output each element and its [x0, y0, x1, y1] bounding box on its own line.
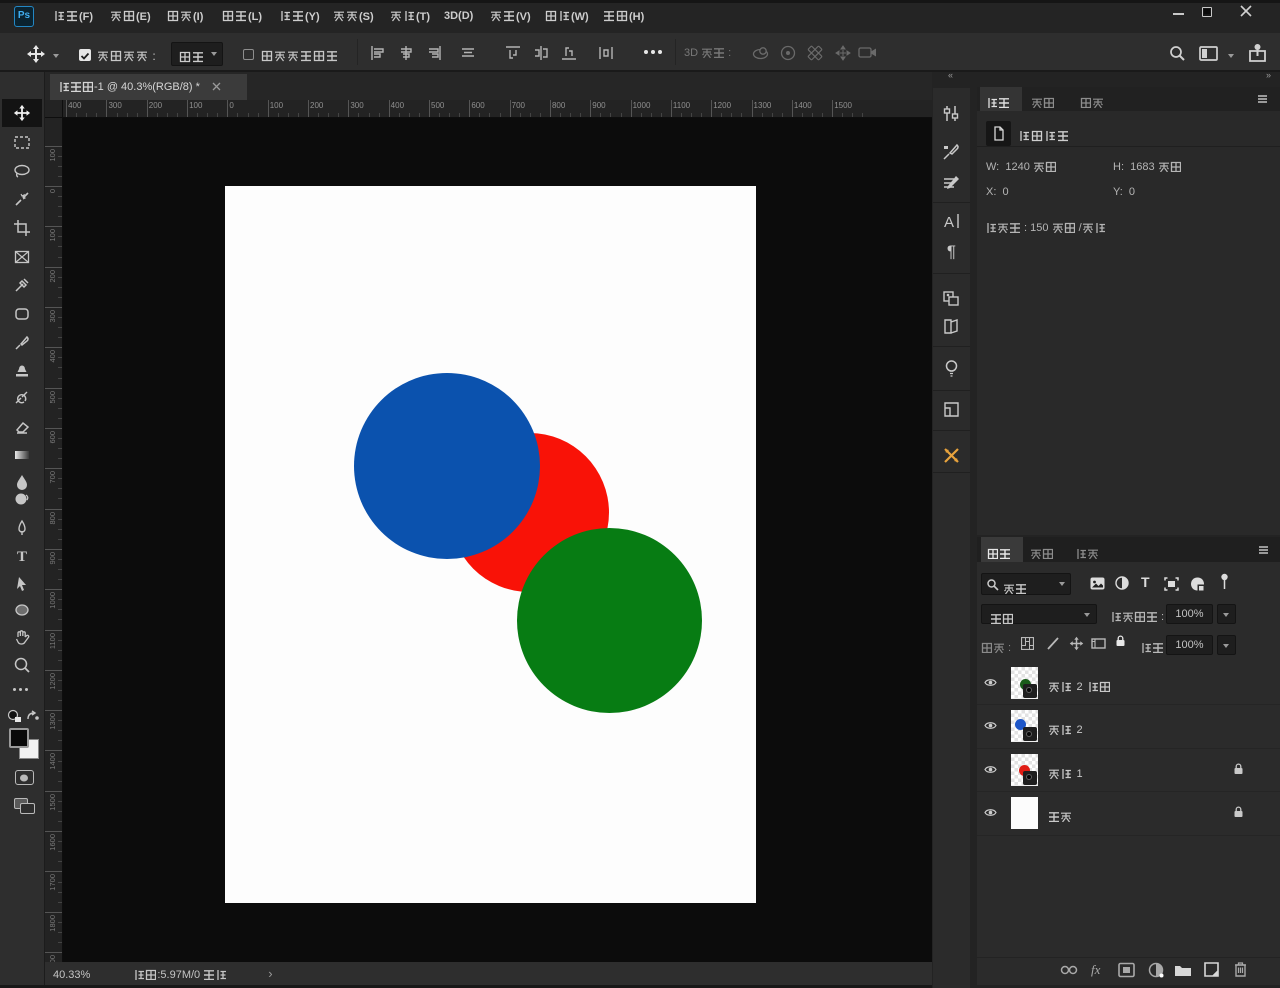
svg-text:A: A [944, 214, 954, 231]
svg-text:T: T [17, 549, 27, 565]
